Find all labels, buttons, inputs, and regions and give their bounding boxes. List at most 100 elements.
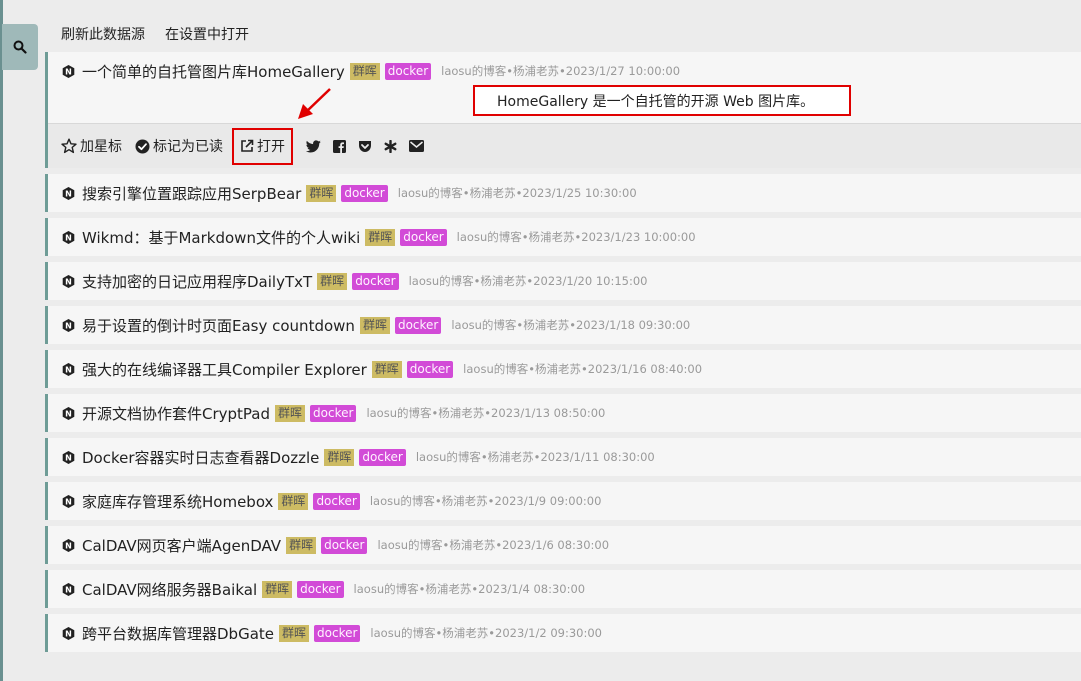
source-n-icon: N <box>62 186 75 200</box>
tag-docker[interactable]: docker <box>384 62 432 80</box>
tag-synology[interactable]: 群晖 <box>278 492 309 510</box>
article-title[interactable]: Docker容器实时日志查看器Dozzle <box>82 447 319 468</box>
source-n-icon: N <box>62 406 75 420</box>
article-title[interactable]: CalDAV网页客户端AgenDAV <box>82 535 281 556</box>
svg-text:N: N <box>65 541 72 550</box>
article-meta: laosu的博客•杨浦老苏•2023/1/25 10:30:00 <box>397 186 637 200</box>
tag-docker[interactable]: docker <box>352 272 399 290</box>
tag-docker[interactable]: docker <box>341 184 388 202</box>
tag-synology[interactable]: 群晖 <box>286 536 317 554</box>
article-title[interactable]: CalDAV网络服务器Baikal <box>82 579 257 600</box>
twitter-icon <box>306 139 321 152</box>
article-item[interactable]: N 开源文档协作套件CryptPad 群晖 docker laosu的博客•杨浦老苏•2… <box>45 394 1081 432</box>
facebook-icon <box>333 139 346 153</box>
source-n-icon: N <box>62 230 75 244</box>
top-toolbar: 刷新此数据源 在设置中打开 <box>61 24 249 44</box>
article-title[interactable]: 开源文档协作套件CryptPad <box>82 403 270 424</box>
share-pocket-button[interactable] <box>358 140 372 153</box>
article-item-expanded[interactable]: N 一个简单的自托管图片库HomeGallery 群晖 docker laosu… <box>45 52 1081 168</box>
article-meta: laosu的博客•杨浦老苏•2023/1/13 08:50:00 <box>366 406 606 420</box>
article-description: HomeGallery 是一个自托管的开源 Web 图片库。 <box>473 85 851 116</box>
article-title[interactable]: 搜索引擎位置跟踪应用SerpBear <box>82 183 301 204</box>
article-item[interactable]: N 家庭库存管理系统Homebox 群晖 docker laosu的博客•杨浦老苏•20… <box>45 482 1081 520</box>
tag-docker[interactable]: docker <box>394 316 442 334</box>
article-item[interactable]: N 强大的在线编译器工具Compiler Explorer 群晖 docker laos… <box>45 350 1081 388</box>
star-button[interactable]: 加星标 <box>61 136 122 156</box>
star-outline-icon <box>61 138 77 154</box>
refresh-source-link[interactable]: 刷新此数据源 <box>61 24 145 44</box>
article-item[interactable]: N Docker容器实时日志查看器Dozzle 群晖 docker laosu的博客•杨… <box>45 438 1081 476</box>
mark-read-label: 标记为已读 <box>153 139 223 155</box>
article-item[interactable]: N 易于设置的倒计时页面Easy countdown 群晖 docker laosu的博… <box>45 306 1081 344</box>
source-n-icon: N <box>62 450 75 464</box>
article-item[interactable]: N Wikmd：基于Markdown文件的个人wiki 群晖 docker laosu的… <box>45 218 1081 256</box>
tag-docker[interactable]: docker <box>321 536 368 554</box>
article-action-bar: 加星标 标记为已读 打开 <box>48 123 1081 168</box>
tag-synology[interactable]: 群晖 <box>324 448 355 466</box>
tag-docker[interactable]: docker <box>406 360 454 378</box>
source-n-icon: N <box>62 318 75 332</box>
star-label: 加星标 <box>80 139 122 155</box>
article-title[interactable]: 强大的在线编译器工具Compiler Explorer <box>82 359 367 380</box>
article-title[interactable]: 支持加密的日记应用程序DailyTxT <box>82 271 312 292</box>
share-facebook-button[interactable] <box>333 139 346 153</box>
tag-synology[interactable]: 群晖 <box>349 62 380 80</box>
tag-docker[interactable]: docker <box>359 448 406 466</box>
article-title[interactable]: 家庭库存管理系统Homebox <box>82 491 273 512</box>
article-item[interactable]: N 支持加密的日记应用程序DailyTxT 群晖 docker laosu的博客•杨浦老… <box>45 262 1081 300</box>
svg-text:N: N <box>65 365 72 374</box>
open-label: 打开 <box>257 139 285 155</box>
source-n-icon: N <box>62 582 75 596</box>
tag-docker[interactable]: docker <box>310 404 357 422</box>
article-meta: laosu的博客•杨浦老苏•2023/1/27 10:00:00 <box>441 64 681 78</box>
svg-text:N: N <box>65 629 72 638</box>
article-meta: laosu的博客•杨浦老苏•2023/1/2 09:30:00 <box>370 626 602 640</box>
source-n-icon: N <box>62 362 75 376</box>
tag-synology[interactable]: 群晖 <box>275 404 306 422</box>
share-email-button[interactable] <box>409 140 424 152</box>
source-n-icon: N <box>62 626 75 640</box>
article-meta: laosu的博客•杨浦老苏•2023/1/18 09:30:00 <box>451 318 691 332</box>
article-item[interactable]: N 搜索引擎位置跟踪应用SerpBear 群晖 docker laosu的博客•杨浦老苏… <box>45 174 1081 212</box>
article-item[interactable]: N CalDAV网页客户端AgenDAV 群晖 docker laosu的博客•杨浦老苏… <box>45 526 1081 564</box>
svg-text:N: N <box>65 409 72 418</box>
tag-synology[interactable]: 群晖 <box>262 580 293 598</box>
article-description-text: HomeGallery 是一个自托管的开源 Web 图片库。 <box>497 93 815 110</box>
svg-text:N: N <box>65 585 72 594</box>
open-button[interactable]: 打开 <box>232 127 293 165</box>
svg-text:N: N <box>65 233 72 242</box>
tag-synology[interactable]: 群晖 <box>317 272 348 290</box>
article-title[interactable]: 跨平台数据库管理器DbGate <box>82 623 274 644</box>
source-n-icon: N <box>62 494 75 508</box>
article-list: N 一个简单的自托管图片库HomeGallery 群晖 docker laosu… <box>45 52 1081 658</box>
tag-docker[interactable]: docker <box>314 624 361 642</box>
share-twitter-button[interactable] <box>306 139 321 153</box>
tag-synology[interactable]: 群晖 <box>279 624 310 642</box>
email-icon <box>409 140 424 152</box>
article-title[interactable]: 易于设置的倒计时页面Easy countdown <box>82 315 355 336</box>
article-meta: laosu的博客•杨浦老苏•2023/1/23 10:00:00 <box>456 230 696 244</box>
tag-docker[interactable]: docker <box>400 228 447 246</box>
share-asterisk-button[interactable] <box>384 139 397 153</box>
article-meta: laosu的博客•杨浦老苏•2023/1/20 10:15:00 <box>408 274 648 288</box>
mark-read-button[interactable]: 标记为已读 <box>135 136 223 156</box>
article-title[interactable]: 一个简单的自托管图片库HomeGallery <box>82 61 345 82</box>
open-in-settings-link[interactable]: 在设置中打开 <box>165 24 249 44</box>
tag-synology[interactable]: 群晖 <box>365 228 396 246</box>
article-title[interactable]: Wikmd：基于Markdown文件的个人wiki <box>82 227 360 248</box>
tag-synology[interactable]: 群晖 <box>306 184 337 202</box>
svg-text:N: N <box>65 277 72 286</box>
article-item[interactable]: N CalDAV网络服务器Baikal 群晖 docker laosu的博客•杨浦老苏•… <box>45 570 1081 608</box>
svg-text:N: N <box>65 189 72 198</box>
tag-docker[interactable]: docker <box>313 492 360 510</box>
search-button[interactable] <box>2 24 38 70</box>
tag-docker[interactable]: docker <box>297 580 344 598</box>
svg-text:N: N <box>65 497 72 506</box>
tag-synology[interactable]: 群晖 <box>359 316 390 334</box>
article-item[interactable]: N 跨平台数据库管理器DbGate 群晖 docker laosu的博客•杨浦老苏•20… <box>45 614 1081 652</box>
tag-synology[interactable]: 群晖 <box>371 360 402 378</box>
article-meta: laosu的博客•杨浦老苏•2023/1/4 08:30:00 <box>353 582 586 596</box>
article-meta: laosu的博客•杨浦老苏•2023/1/6 08:30:00 <box>377 538 610 552</box>
source-n-icon: N <box>62 274 75 288</box>
check-circle-icon <box>135 139 150 153</box>
